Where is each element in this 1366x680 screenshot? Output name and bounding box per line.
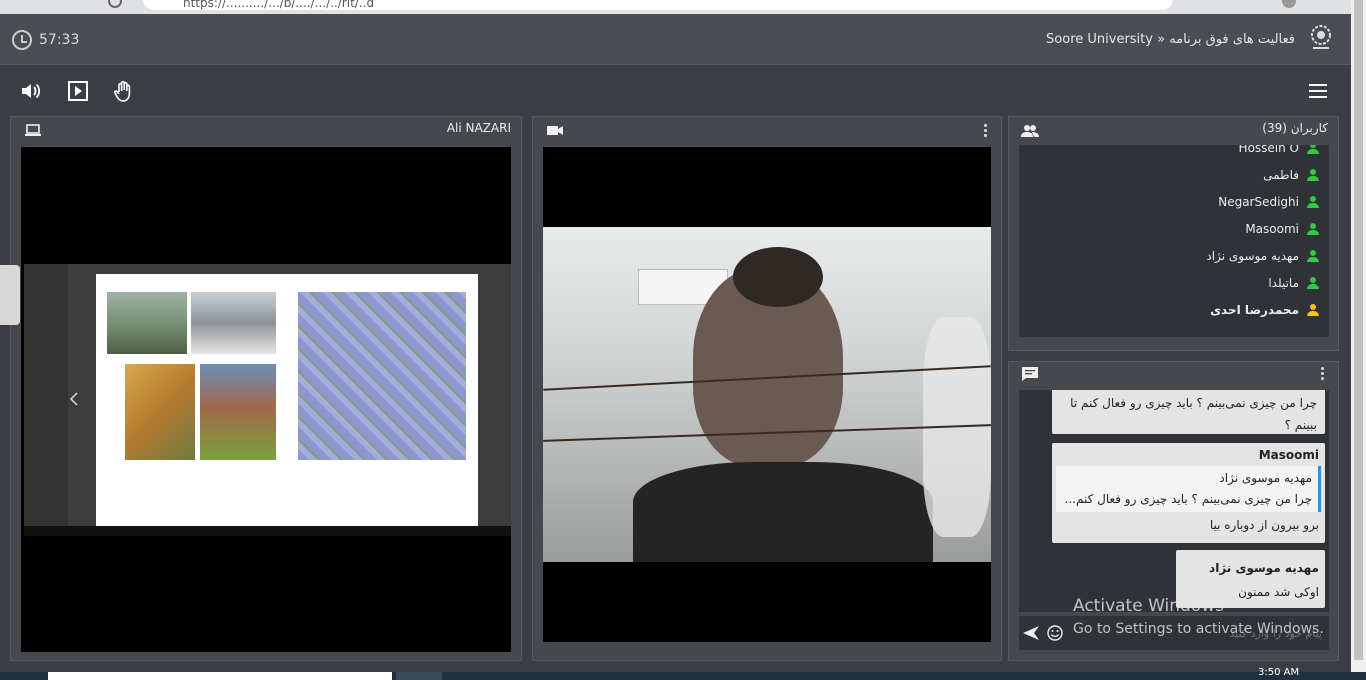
profile-avatar[interactable] bbox=[1282, 0, 1296, 8]
user-icon bbox=[1307, 169, 1319, 181]
users-panel: کاربران (39) Hossein O فاطمی NegarSedighi M… bbox=[1008, 116, 1339, 351]
activate-windows-title: Activate Windows bbox=[1073, 596, 1224, 616]
send-icon[interactable] bbox=[1023, 626, 1039, 640]
user-list-item[interactable]: مهدیه موسوی نژاد bbox=[1019, 243, 1329, 270]
speaker-icon[interactable] bbox=[20, 80, 42, 102]
chat-sender-name: مهدیه موسوی نژاد bbox=[1209, 561, 1319, 575]
taskbar-app[interactable] bbox=[396, 672, 442, 680]
url-text: https://........../.../b/..../.../../rlt… bbox=[183, 0, 375, 10]
app-header: 57:33 Soore University » فعالیت های فوق … bbox=[0, 14, 1351, 65]
meeting-title: Soore University » فعالیت های فوق برنامه bbox=[1046, 32, 1295, 47]
taskbar-search[interactable] bbox=[48, 672, 392, 680]
session-timer: 57:33 bbox=[12, 30, 79, 50]
user-list-item[interactable]: Hossein O bbox=[1019, 145, 1329, 162]
user-list-item[interactable]: محمدرضا احدی bbox=[1019, 297, 1329, 324]
action-toolbar bbox=[0, 66, 1351, 116]
shared-screen-image bbox=[24, 264, 511, 536]
user-list-item[interactable]: Masoomi bbox=[1019, 216, 1329, 243]
side-drawer-handle[interactable] bbox=[0, 265, 20, 325]
user-name: Hossein O bbox=[1238, 145, 1299, 155]
user-list-item[interactable]: ماتیلدا bbox=[1019, 270, 1329, 297]
user-icon bbox=[1307, 223, 1319, 235]
more-vertical-icon[interactable] bbox=[984, 124, 987, 139]
people-icon bbox=[1021, 125, 1039, 137]
browser-toolbar: https://........../.../b/..../.../../rlt… bbox=[0, 0, 1366, 14]
chevron-left-icon[interactable] bbox=[70, 392, 78, 406]
webcam-video-frame bbox=[543, 227, 991, 562]
reload-icon[interactable] bbox=[108, 0, 122, 8]
quote-author: مهدیه موسوی نژاد bbox=[1219, 471, 1312, 485]
chat-panel: چرا من چیزی نمی‌بینم ؟ باید چیزی رو فعال… bbox=[1008, 361, 1339, 661]
user-name: NegarSedighi bbox=[1218, 195, 1299, 209]
address-bar[interactable]: https://........../.../b/..../.../../rlt… bbox=[143, 0, 1173, 10]
chat-sender-name: Masoomi bbox=[1258, 448, 1319, 462]
user-icon bbox=[1307, 196, 1319, 208]
user-icon bbox=[1307, 277, 1319, 289]
user-name: محمدرضا احدی bbox=[1210, 303, 1299, 317]
users-list: Hossein O فاطمی NegarSedighi Masoomi مهدیه م… bbox=[1019, 145, 1329, 337]
user-list-item[interactable]: فاطمی bbox=[1019, 162, 1329, 189]
chat-message: Masoomi مهدیه موسوی نژاد چرا من چیزی نمی… bbox=[1052, 443, 1325, 543]
chat-bubble-icon bbox=[1022, 367, 1038, 381]
page-scrollbar[interactable] bbox=[1351, 0, 1366, 680]
user-icon bbox=[1307, 304, 1319, 316]
user-name: Masoomi bbox=[1245, 222, 1299, 236]
webcam-viewport[interactable] bbox=[543, 147, 991, 642]
user-name: فاطمی bbox=[1263, 168, 1299, 182]
video-camera-icon bbox=[547, 126, 563, 135]
smiley-icon[interactable] bbox=[1047, 625, 1063, 641]
user-icon bbox=[1307, 145, 1319, 154]
user-name: مهدیه موسوی نژاد bbox=[1206, 249, 1299, 263]
chat-message-text: چرا من چیزی نمی‌بینم ؟ باید چیزی رو فعال… bbox=[1070, 396, 1317, 432]
hand-icon[interactable] bbox=[113, 80, 135, 102]
user-list-item[interactable]: NegarSedighi bbox=[1019, 189, 1329, 216]
presenter-name: Ali NAZARI bbox=[446, 121, 511, 135]
hamburger-menu-icon[interactable] bbox=[1309, 84, 1327, 98]
screenshare-panel: Ali NAZARI bbox=[10, 116, 522, 661]
play-presentation-icon[interactable] bbox=[67, 80, 89, 102]
chat-quoted-reply: مهدیه موسوی نژاد چرا من چیزی نمی‌بینم ؟ … bbox=[1056, 466, 1321, 512]
clock-icon bbox=[12, 30, 32, 50]
windows-taskbar: 3:50 AM bbox=[0, 667, 1366, 680]
university-seal-icon bbox=[1311, 25, 1331, 49]
chat-message-text: برو بیرون از دوباره بیا bbox=[1209, 518, 1319, 532]
chat-messages: چرا من چیزی نمی‌بینم ؟ باید چیزی رو فعال… bbox=[1019, 390, 1329, 612]
users-count-header: کاربران (39) bbox=[1262, 121, 1328, 135]
webcam-panel bbox=[532, 116, 1002, 661]
screenshare-viewport[interactable] bbox=[21, 147, 511, 652]
quote-text: چرا من چیزی نمی‌بینم ؟ باید چیزی رو فعال… bbox=[1064, 492, 1312, 506]
taskbar-clock: 3:50 AM bbox=[1258, 667, 1300, 678]
more-vertical-icon[interactable] bbox=[1321, 367, 1324, 382]
timer-text: 57:33 bbox=[39, 32, 80, 48]
chat-message: چرا من چیزی نمی‌بینم ؟ باید چیزی رو فعال… bbox=[1052, 390, 1325, 434]
user-icon bbox=[1307, 250, 1319, 262]
activate-windows-subtitle: Go to Settings to activate Windows. bbox=[1073, 621, 1324, 637]
user-name: ماتیلدا bbox=[1268, 276, 1299, 290]
laptop-icon bbox=[25, 124, 41, 136]
